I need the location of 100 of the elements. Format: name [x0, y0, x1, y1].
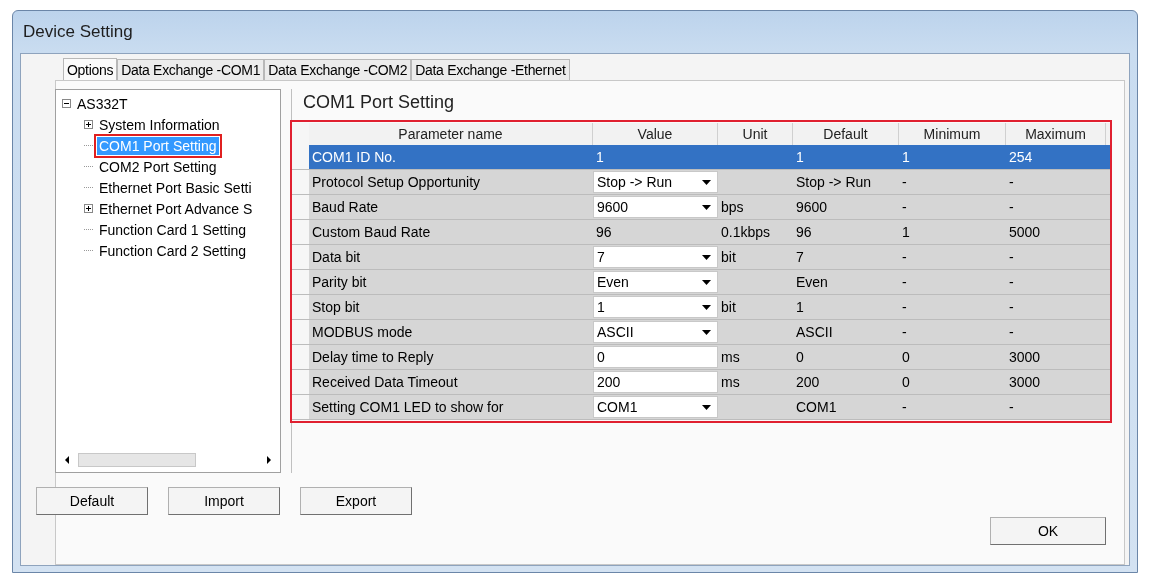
row-header[interactable] [292, 145, 309, 169]
tree-item[interactable]: Function Card 1 Setting [97, 220, 249, 239]
table-cell-text: Received Data Timeout [311, 373, 459, 392]
table-row[interactable]: Custom Baud Rate 96 0.1kbps 96 1 5000 [292, 220, 1110, 245]
tab[interactable]: Data Exchange -COM1 [117, 59, 265, 80]
table-cell-text: bps [720, 198, 745, 217]
tree-item[interactable]: Ethernet Port Advance S [97, 199, 255, 218]
table-cell-text: bit [720, 298, 737, 317]
table-row[interactable]: Received Data Timeout 200 ms 200 0 3000 [292, 370, 1110, 395]
tree-item[interactable]: AS332T [75, 94, 130, 113]
table-cell-text: COM1 ID No. [311, 148, 397, 167]
table-cell-text: - [901, 298, 908, 317]
dropdown[interactable]: COM1 [593, 396, 718, 418]
table-cell-text: Protocol Setup Opportunity [311, 173, 482, 192]
table-cell-text: - [901, 248, 908, 267]
tab[interactable]: Data Exchange -COM2 [264, 59, 412, 80]
input-field[interactable]: 200 [593, 371, 718, 393]
table-cell-text: - [1008, 173, 1015, 192]
row-header[interactable] [292, 170, 309, 194]
table-cell-text: 3000 [1008, 348, 1042, 367]
table-cell-text: 1 [795, 148, 805, 167]
dropdown[interactable]: 9600 [593, 196, 718, 218]
table-cell-text: Baud Rate [311, 198, 380, 217]
table-cell-text: 7 [795, 248, 805, 267]
table-cell-text: - [1008, 398, 1015, 417]
table-cell-text: - [901, 323, 908, 342]
table-cell-text: - [901, 398, 908, 417]
table-row[interactable]: Data bit 7 bit 7 - - [292, 245, 1110, 270]
collapse-icon[interactable] [62, 99, 71, 108]
row-header[interactable] [292, 245, 309, 269]
table-cell-text: 96 [795, 223, 813, 242]
row-header[interactable] [292, 345, 309, 369]
table-cell-text: Custom Baud Rate [311, 223, 432, 242]
table-cell-text: - [1008, 323, 1015, 342]
table-cell-text: Setting COM1 LED to show for [311, 398, 505, 417]
row-header[interactable] [292, 370, 309, 394]
dropdown[interactable]: Stop -> Run [593, 171, 718, 193]
table-cell-text: 96 [595, 223, 613, 242]
input-field[interactable]: 0 [593, 346, 718, 368]
table-cell-text: Stop bit [311, 298, 361, 317]
dropdown[interactable]: Even [593, 271, 718, 293]
expand-icon[interactable] [84, 204, 93, 213]
table-cell-text: 0 [901, 373, 911, 392]
table-cell-text: Delay time to Reply [311, 348, 435, 367]
tab[interactable]: Data Exchange -Ethernet [411, 59, 570, 80]
window-title: Device Setting [23, 22, 133, 42]
table-cell-text: 1 [795, 298, 805, 317]
tree-item[interactable]: Function Card 2 Setting [97, 241, 249, 260]
table-cell-text: - [901, 173, 908, 192]
table-cell-text: 254 [1008, 148, 1034, 167]
table-row[interactable]: Parity bit Even Even - - [292, 270, 1110, 295]
scroll-thumb[interactable] [78, 453, 196, 467]
action-button[interactable]: Import [168, 487, 280, 515]
table-cell-text: Data bit [311, 248, 362, 267]
table-cell-text: - [901, 198, 908, 217]
tree-item[interactable]: COM2 Port Setting [97, 157, 219, 176]
table-cell-text: - [1008, 248, 1015, 267]
panel-title: COM1 Port Setting [302, 91, 456, 114]
table-cell-text: - [901, 273, 908, 292]
table-cell-text: COM1 [795, 398, 838, 417]
table-cell-text: 1 [901, 223, 911, 242]
tab[interactable]: Options [63, 58, 118, 80]
table-row[interactable]: Baud Rate 9600 bps 9600 - - [292, 195, 1110, 220]
table-cell-text: 1 [595, 148, 605, 167]
row-header[interactable] [292, 395, 309, 419]
row-header[interactable] [292, 195, 309, 219]
table-row[interactable]: Delay time to Reply 0 ms 0 0 3000 [292, 345, 1110, 370]
table-cell-text: Stop -> Run [795, 173, 873, 192]
dropdown[interactable]: 1 [593, 296, 718, 318]
table-cell-text: - [1008, 198, 1015, 217]
dropdown[interactable]: 7 [593, 246, 718, 268]
table-cell-text: 5000 [1008, 223, 1042, 242]
table-cell-text: - [1008, 273, 1015, 292]
table-cell-text: MODBUS mode [311, 323, 414, 342]
ok-button[interactable]: OK [990, 517, 1106, 545]
table-row[interactable]: Protocol Setup Opportunity Stop -> Run Stop -> Run - - [292, 170, 1110, 195]
table-cell-text: Parity bit [311, 273, 368, 292]
table-cell-text: bit [720, 248, 737, 267]
row-header[interactable] [292, 220, 309, 244]
row-header[interactable] [292, 320, 309, 344]
table-row[interactable]: COM1 ID No. 1 1 1 254 [292, 145, 1110, 170]
table-cell-text: 3000 [1008, 373, 1042, 392]
table-cell-text: 0 [901, 348, 911, 367]
table-cell-text: 0.1kbps [720, 223, 772, 242]
tree-item[interactable]: System Information [97, 115, 222, 134]
dropdown[interactable]: ASCII [593, 321, 718, 343]
row-header[interactable] [292, 270, 309, 294]
tree-item[interactable]: Ethernet Port Basic Setti [97, 178, 254, 197]
row-header[interactable] [292, 295, 309, 319]
table-row[interactable]: Setting COM1 LED to show for COM1 COM1 - - [292, 395, 1110, 420]
action-button[interactable]: Export [300, 487, 412, 515]
table-row[interactable]: Stop bit 1 bit 1 - - [292, 295, 1110, 320]
action-button[interactable]: Default [36, 487, 148, 515]
table-cell-text: 0 [795, 348, 805, 367]
table-cell-text: - [1008, 298, 1015, 317]
table-cell-text: 200 [795, 373, 821, 392]
table-row[interactable]: MODBUS mode ASCII ASCII - - [292, 320, 1110, 345]
expand-icon[interactable] [84, 120, 93, 129]
table-cell-text: ms [720, 348, 741, 367]
table-cell-text: Even [795, 273, 829, 292]
